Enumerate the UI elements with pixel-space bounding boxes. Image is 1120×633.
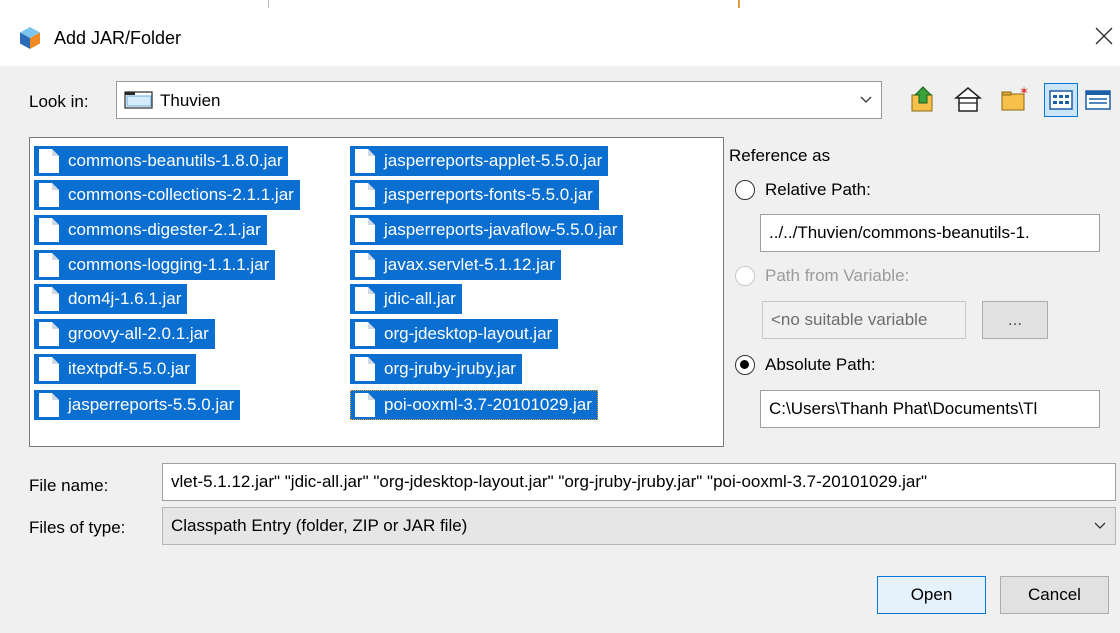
file-name: org-jruby-jruby.jar	[384, 359, 516, 378]
file-list[interactable]: commons-beanutils-1.8.0.jar commons-coll…	[29, 137, 724, 447]
absolute-path-radio[interactable]	[735, 355, 755, 375]
home-button[interactable]	[951, 83, 985, 117]
list-item[interactable]: jdic-all.jar	[350, 284, 462, 314]
details-view-button[interactable]	[1081, 83, 1115, 117]
look-in-combobox[interactable]	[116, 81, 882, 119]
relative-path-field[interactable]: ../../Thuvien/commons-beanutils-1.	[760, 214, 1100, 252]
folder-icon	[124, 90, 154, 115]
file-name-input[interactable]: vlet-5.1.12.jar" "jdic-all.jar" "org-jde…	[162, 463, 1116, 501]
file-icon	[39, 149, 59, 173]
file-name: jasperreports-5.5.0.jar	[68, 395, 235, 414]
files-of-type-label: Files of type:	[29, 518, 126, 537]
list-item[interactable]: poi-ooxml-3.7-20101029.jar	[350, 390, 598, 420]
list-item[interactable]: dom4j-1.6.1.jar	[34, 284, 188, 314]
open-button[interactable]: Open	[877, 576, 986, 614]
file-icon	[39, 183, 59, 207]
list-item[interactable]: jasperreports-5.5.0.jar	[34, 390, 241, 420]
file-icon	[39, 287, 59, 311]
close-icon[interactable]	[1090, 22, 1118, 50]
netbeans-cube-icon	[18, 26, 42, 55]
file-name: org-jdesktop-layout.jar	[384, 324, 553, 343]
file-name: jasperreports-javaflow-5.5.0.jar	[384, 220, 618, 239]
file-icon	[355, 253, 375, 277]
absolute-path-label: Absolute Path:	[765, 355, 876, 374]
file-name: jdic-all.jar	[384, 289, 456, 308]
file-name: commons-collections-2.1.1.jar	[68, 185, 294, 204]
file-name: poi-ooxml-3.7-20101029.jar	[384, 395, 592, 414]
background-divider	[268, 0, 269, 8]
cancel-button[interactable]: Cancel	[1000, 576, 1109, 614]
variable-browse-button: ...	[982, 301, 1048, 339]
file-name: dom4j-1.6.1.jar	[68, 289, 182, 308]
look-in-value: Thuvien	[160, 91, 221, 110]
file-icon	[355, 287, 375, 311]
list-item[interactable]: commons-logging-1.1.1.jar	[34, 250, 276, 280]
file-name: commons-logging-1.1.1.jar	[68, 255, 270, 274]
relative-path-label: Relative Path:	[765, 180, 871, 199]
background-window-strip	[0, 0, 1120, 8]
window-title: Add JAR/Folder	[54, 28, 182, 48]
file-icon	[355, 322, 375, 346]
file-icon	[355, 183, 375, 207]
path-from-variable-label: Path from Variable:	[765, 266, 910, 285]
file-icon	[39, 218, 59, 242]
file-name: commons-digester-2.1.jar	[68, 220, 261, 239]
up-one-level-button[interactable]	[906, 83, 940, 117]
file-icon	[355, 357, 375, 381]
list-item[interactable]: jasperreports-fonts-5.5.0.jar	[350, 180, 599, 210]
file-name: commons-beanutils-1.8.0.jar	[68, 151, 283, 170]
file-name: jasperreports-fonts-5.5.0.jar	[384, 185, 593, 204]
look-in-label: Look in:	[29, 92, 89, 111]
list-item[interactable]: jasperreports-javaflow-5.5.0.jar	[350, 215, 624, 245]
file-name: jasperreports-applet-5.5.0.jar	[384, 151, 603, 170]
absolute-path-field[interactable]: C:\Users\Thanh Phat\Documents\Tl	[760, 390, 1100, 428]
list-item[interactable]: commons-beanutils-1.8.0.jar	[34, 146, 289, 176]
files-of-type-value: Classpath Entry (folder, ZIP or JAR file…	[171, 516, 468, 535]
file-name: javax.servlet-5.1.12.jar	[384, 255, 556, 274]
home-icon	[953, 87, 983, 112]
list-item[interactable]: javax.servlet-5.1.12.jar	[350, 250, 562, 280]
list-item[interactable]: org-jruby-jruby.jar	[350, 354, 522, 384]
file-name: itextpdf-5.5.0.jar	[68, 359, 190, 378]
reference-as-heading: Reference as	[729, 146, 831, 165]
folder-up-icon	[911, 86, 933, 112]
file-icon	[39, 253, 59, 277]
file-icon	[39, 393, 59, 417]
file-icon	[355, 149, 375, 173]
path-from-variable-radio	[735, 266, 755, 286]
new-folder-icon: ✶	[1001, 84, 1029, 111]
chevron-down-icon[interactable]	[1092, 518, 1108, 539]
file-icon	[355, 393, 375, 417]
variable-field: <no suitable variable	[762, 301, 966, 339]
file-name: groovy-all-2.0.1.jar	[68, 324, 209, 343]
file-icon	[39, 357, 59, 381]
list-view-button[interactable]	[1044, 83, 1078, 117]
relative-path-radio[interactable]	[735, 180, 755, 200]
list-item[interactable]: itextpdf-5.5.0.jar	[34, 354, 196, 384]
list-item[interactable]: groovy-all-2.0.1.jar	[34, 319, 215, 349]
list-item[interactable]: commons-collections-2.1.1.jar	[34, 180, 300, 210]
list-view-icon	[1049, 90, 1073, 110]
list-item[interactable]: commons-digester-2.1.jar	[34, 215, 267, 245]
new-folder-button[interactable]: ✶	[997, 83, 1031, 117]
list-item[interactable]: jasperreports-applet-5.5.0.jar	[350, 146, 609, 176]
list-item[interactable]: org-jdesktop-layout.jar	[350, 319, 559, 349]
file-icon	[355, 218, 375, 242]
file-name-label: File name:	[29, 476, 109, 495]
files-of-type-select[interactable]: Classpath Entry (folder, ZIP or JAR file…	[162, 507, 1116, 545]
svg-text:✶: ✶	[1019, 84, 1029, 98]
background-accent	[738, 0, 740, 8]
chevron-down-icon[interactable]	[858, 92, 874, 113]
file-icon	[39, 322, 59, 346]
details-view-icon	[1085, 90, 1111, 110]
